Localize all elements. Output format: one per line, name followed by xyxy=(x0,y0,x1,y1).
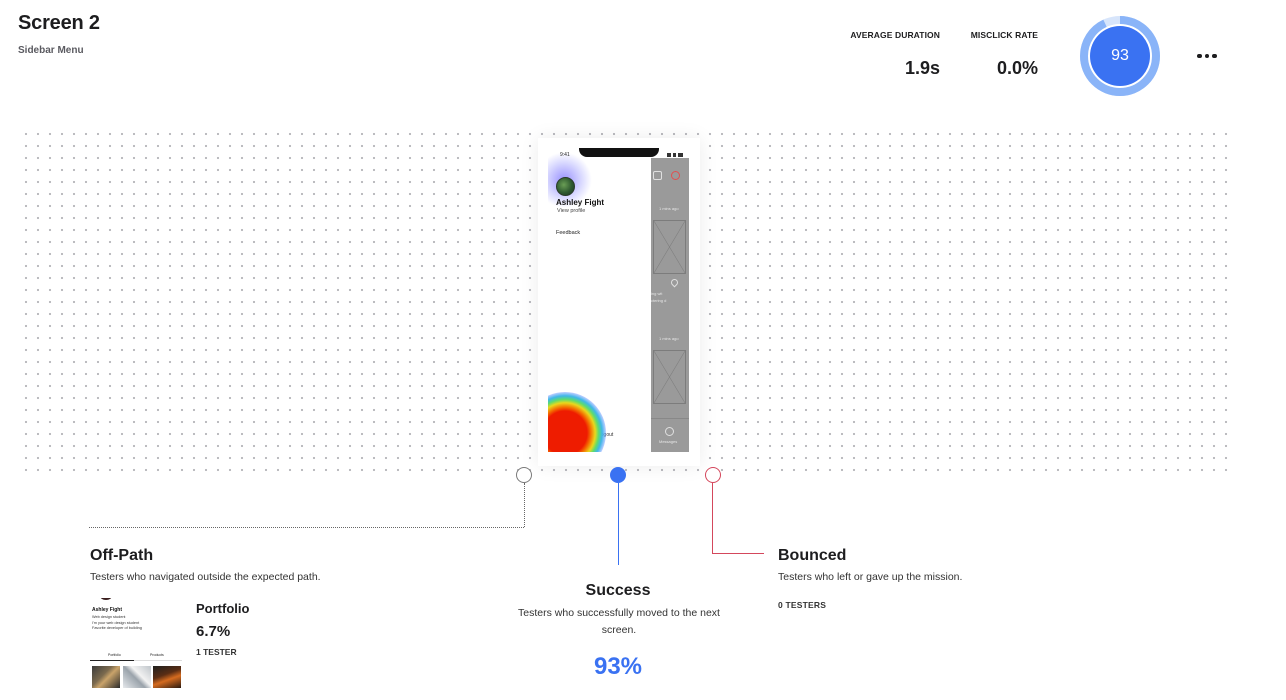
average-duration-value: 1.9s xyxy=(904,58,940,78)
off-path-connector xyxy=(89,527,524,528)
off-path-title: Off-Path xyxy=(90,547,154,564)
square-icon xyxy=(653,171,662,180)
average-duration-metric: AVERAGE DURATION 1.9s xyxy=(850,30,940,79)
more-options-button[interactable] xyxy=(1190,42,1224,70)
refresh-icon xyxy=(671,171,680,180)
avatar[interactable] xyxy=(556,177,575,196)
post-text: ctering d xyxy=(651,298,667,303)
thumbnail-text: Favorite developer of building xyxy=(92,626,142,630)
misclick-rate-label: MISCLICK RATE xyxy=(970,30,1038,40)
off-path-screen-count: 1 TESTER xyxy=(196,647,237,657)
profile-name: Ashley Fight xyxy=(556,198,605,207)
dot xyxy=(1212,53,1217,59)
success-title: Success xyxy=(585,582,651,599)
bounced-connector xyxy=(712,553,764,554)
off-path-node[interactable] xyxy=(516,467,532,483)
off-path-connector xyxy=(524,483,525,527)
menu-item-feedback[interactable]: Feedback xyxy=(556,230,580,236)
post-text: ing wit xyxy=(651,291,663,296)
bounced-connector xyxy=(712,483,713,553)
bounced-title: Bounced xyxy=(778,547,847,564)
success-percent: 93% xyxy=(593,653,643,680)
success-description: Testers who successfully moved to the ne… xyxy=(518,607,720,636)
thumbnail-photo xyxy=(92,666,120,688)
page: Screen 2 Sidebar Menu AVERAGE DURATION 1… xyxy=(0,0,1286,700)
phone-screen-preview[interactable]: 1 mins ago ing wit ctering d 1 mins ago … xyxy=(548,148,689,452)
phone-notch xyxy=(579,148,659,157)
chat-icon xyxy=(665,427,674,436)
heatmap-spot-hotspot xyxy=(548,392,606,452)
thumbnail-tab-products: Products xyxy=(150,653,164,657)
off-path-screen-name[interactable]: Portfolio xyxy=(196,601,249,616)
heart-icon xyxy=(669,277,680,288)
timestamp-label: 1 mins ago xyxy=(659,336,679,341)
portfolio-screen-thumbnail[interactable]: Ashley Fight Web design student I'm your… xyxy=(90,598,182,690)
thumbnail-text: I'm your web design student xyxy=(92,621,140,625)
bounced-node[interactable] xyxy=(705,467,721,483)
more-horizontal-icon xyxy=(1190,42,1224,70)
usability-score-ring: 93 xyxy=(1080,16,1160,96)
off-path-description: Testers who navigated outside the expect… xyxy=(90,571,321,583)
page-subtitle: Sidebar Menu xyxy=(18,45,84,56)
page-title: Screen 2 xyxy=(18,12,100,34)
thumbnail-tabs: Portfolio Products xyxy=(92,653,180,659)
status-time: 9:41 xyxy=(560,152,570,158)
image-placeholder xyxy=(653,220,686,274)
sidebar-menu: Ashley Fight View profile Feedback Logou… xyxy=(548,152,651,452)
thumbnail-tab-portfolio: Portfolio xyxy=(108,653,121,657)
thumbnail-tab-underline xyxy=(90,660,134,661)
bottom-tab-bar: Messages xyxy=(651,418,689,452)
thumbnail-divider xyxy=(134,660,182,661)
thumbnail-photo xyxy=(123,666,151,688)
dot xyxy=(1197,53,1202,59)
bounced-count: 0 TESTERS xyxy=(778,600,827,610)
usability-score-value: 93 xyxy=(1111,47,1129,64)
thumbnail-photo xyxy=(153,666,181,688)
image-placeholder xyxy=(653,350,686,404)
dot xyxy=(1204,53,1210,59)
view-profile-link[interactable]: View profile xyxy=(557,208,585,214)
tab-messages-label: Messages xyxy=(659,439,678,444)
misclick-rate-metric: MISCLICK RATE 0.0% xyxy=(970,30,1038,79)
thumbnail-avatar xyxy=(100,598,112,600)
bounced-description: Testers who left or gave up the mission. xyxy=(778,571,963,583)
status-icons xyxy=(667,153,683,157)
off-path-screen-percent: 6.7% xyxy=(196,623,231,640)
thumbnail-name: Ashley Fight xyxy=(92,607,123,613)
background-app-screen: 1 mins ago ing wit ctering d 1 mins ago … xyxy=(651,158,689,452)
average-duration-label: AVERAGE DURATION xyxy=(850,30,940,40)
misclick-rate-value: 0.0% xyxy=(996,58,1038,78)
thumbnail-text: Web design student xyxy=(92,615,126,619)
success-connector xyxy=(618,483,619,565)
success-node[interactable] xyxy=(610,467,626,483)
timestamp-label: 1 mins ago xyxy=(659,206,679,211)
